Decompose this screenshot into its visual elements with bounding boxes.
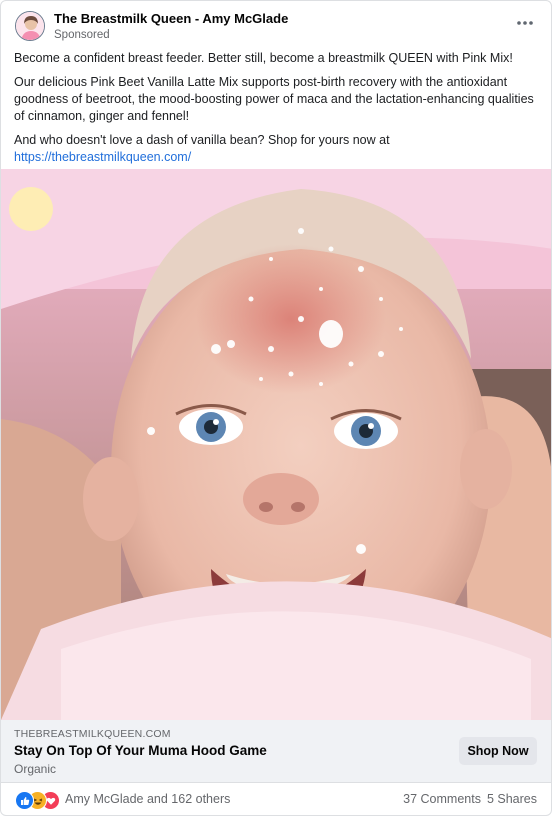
page-name[interactable]: The Breastmilk Queen - Amy McGlade [54,11,288,26]
shares-count[interactable]: 5 Shares [487,792,537,806]
sponsored-label[interactable]: Sponsored [54,29,110,41]
like-icon [15,791,34,810]
post-paragraph-text: And who doesn't love a dash of vanilla b… [14,133,390,147]
post-paragraph: And who doesn't love a dash of vanilla b… [14,132,536,166]
link-preview[interactable]: THEBREASTMILKQUEEN.COM Stay On Top Of Yo… [1,720,551,783]
post-header: The Breastmilk Queen - Amy McGlade Spons… [1,1,551,45]
post-paragraph: Our delicious Pink Beet Vanilla Latte Mi… [14,75,534,123]
link-domain: THEBREASTMILKQUEEN.COM [14,728,171,740]
post-link[interactable]: https://thebreastmilkqueen.com/ [14,150,191,164]
ad-post: The Breastmilk Queen - Amy McGlade Spons… [0,0,552,816]
ad-photo[interactable] [1,169,551,720]
comments-count[interactable]: 37 Comments [403,792,481,806]
link-description: Organic [14,762,57,776]
reaction-summary[interactable]: Amy McGlade and 162 others [65,792,230,806]
post-footer: Amy McGlade and 162 others 37 Comments 5 … [1,783,551,815]
link-headline[interactable]: Stay On Top Of Your Muma Hood Game [14,743,267,758]
reaction-icons[interactable] [15,791,63,810]
page-avatar[interactable] [15,11,45,41]
post-paragraph: Become a confident breast feeder. Better… [14,51,513,65]
post-text: Become a confident breast feeder. Better… [14,50,536,166]
more-options-icon[interactable] [513,13,537,33]
shop-now-button[interactable]: Shop Now [459,737,537,765]
engagement-counts: 37 Comments 5 Shares [403,792,537,806]
